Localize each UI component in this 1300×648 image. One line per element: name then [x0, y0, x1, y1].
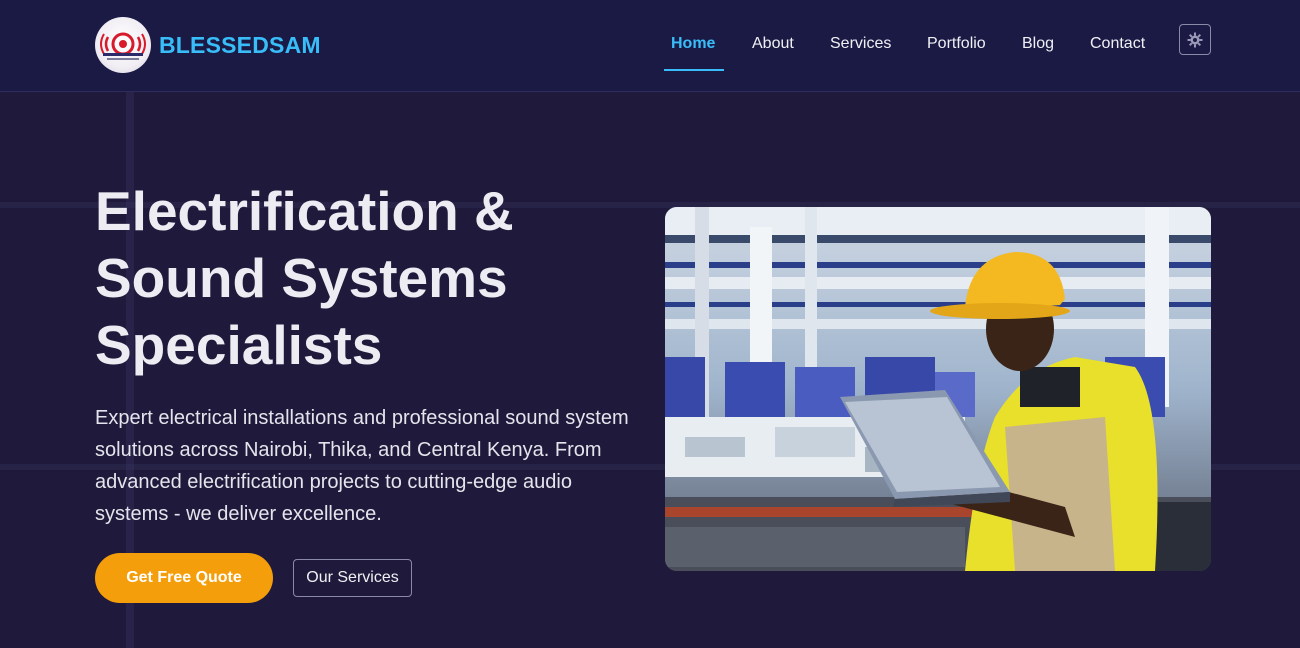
- our-services-button[interactable]: Our Services: [293, 559, 412, 597]
- navbar: BLESSEDSAM Home About Services Portfolio…: [0, 0, 1300, 92]
- hero-title-line-1: Electrification &: [95, 180, 514, 242]
- hero-title-line-2: Sound Systems: [95, 247, 508, 309]
- nav-blog[interactable]: Blog: [1022, 35, 1054, 53]
- active-nav-indicator: [664, 69, 724, 71]
- nav-contact[interactable]: Contact: [1090, 35, 1145, 53]
- brand-name: BLESSEDSAM: [159, 31, 321, 58]
- theme-toggle-button[interactable]: [1179, 24, 1211, 55]
- hero-section: Electrification & Sound Systems Speciali…: [0, 92, 1300, 648]
- brand[interactable]: BLESSEDSAM: [95, 17, 321, 73]
- hero-description: Expert electrical installations and prof…: [95, 407, 629, 525]
- nav-about[interactable]: About: [752, 35, 794, 53]
- nav-services[interactable]: Services: [830, 35, 891, 53]
- gear-icon: [1187, 32, 1203, 47]
- hero-title-line-3: Specialists: [95, 314, 383, 376]
- get-free-quote-button[interactable]: Get Free Quote: [95, 553, 273, 603]
- sound-wave-logo-icon: [95, 17, 151, 73]
- nav-home[interactable]: Home: [671, 35, 715, 53]
- hero-title: Electrification & Sound Systems Speciali…: [95, 178, 655, 379]
- nav-portfolio[interactable]: Portfolio: [927, 35, 986, 53]
- technician-with-laptop-photo: [665, 207, 1211, 571]
